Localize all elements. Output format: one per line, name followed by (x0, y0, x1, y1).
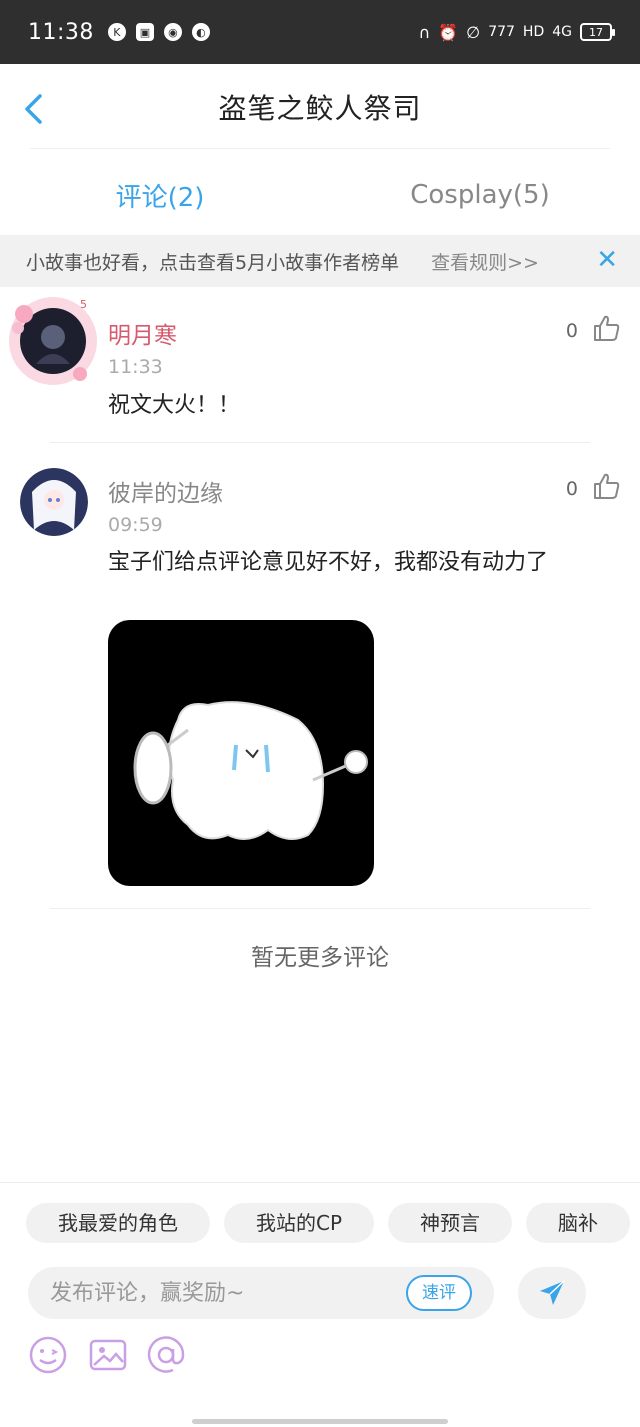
headphones-icon: ∩ (418, 22, 431, 42)
comment-input[interactable] (50, 1280, 380, 1306)
comment-username[interactable]: 彼岸的边缘 (108, 474, 223, 508)
comment-divider (50, 908, 590, 909)
system-icons: ∩ ⏰ ∅ 777 HD 4G 17 (418, 22, 615, 42)
home-indicator[interactable] (192, 1419, 448, 1424)
thumbs-up-icon[interactable] (592, 472, 620, 500)
tag-chip[interactable]: 我最爱的角色 (26, 1203, 210, 1243)
notice-text[interactable]: 小故事也好看，点击查看5月小故事作者榜单 (26, 248, 399, 275)
send-button[interactable] (518, 1267, 586, 1319)
svg-text:5: 5 (80, 298, 87, 311)
tag-chip[interactable]: 我站的CP (224, 1203, 375, 1243)
like-count: 0 (565, 478, 578, 500)
comment-composer: 我最爱的角色我站的CP 神预言脑补 速评 (0, 1182, 640, 1427)
tag-chip[interactable]: 神预言 (388, 1203, 513, 1243)
close-icon[interactable]: ✕ (596, 245, 618, 275)
tag-chip[interactable]: 脑补 (526, 1203, 631, 1243)
comment-divider (50, 442, 590, 443)
battery-level: 17 (589, 25, 603, 39)
alarm-icon: ⏰ (438, 22, 459, 42)
quick-tag-bar: 我最爱的角色 我站的CP 神预言 脑补 (26, 1203, 640, 1245)
comment-text: 祝文大火！！ (108, 393, 241, 418)
status-time: 11:38 (28, 19, 94, 45)
user-avatar-framed[interactable]: 5 (6, 294, 100, 388)
mention-at-icon[interactable] (146, 1335, 186, 1375)
image-icon[interactable] (88, 1335, 128, 1375)
hd-icon: HD (522, 24, 545, 40)
comment-time: 09:59 (108, 514, 163, 536)
view-rules-link[interactable]: 查看规则>> (431, 248, 539, 275)
notice-banner[interactable]: 小故事也好看，点击查看5月小故事作者榜单 查看规则>> ✕ (0, 235, 640, 287)
signal-label: 4G (552, 24, 572, 40)
send-icon (540, 1280, 565, 1305)
notification-icons: K ▣ ◉ ◐ (107, 23, 210, 41)
speed-icon: 777 (488, 24, 515, 40)
comment-text: 宝子们给点评论意见好不好，我都没有动力了 (108, 550, 549, 575)
comment-username[interactable]: 明月寒 (108, 316, 177, 350)
title-divider (30, 148, 610, 149)
user-avatar[interactable] (20, 468, 88, 536)
like-count: 0 (565, 320, 578, 342)
battery-icon: 17 (580, 23, 615, 41)
comment-time: 11:33 (108, 356, 163, 378)
mute-icon: ∅ (466, 22, 481, 42)
page-title: 盗笔之鲛人祭司 (218, 92, 422, 125)
quick-comment-button[interactable]: 速评 (406, 1275, 472, 1311)
comment-item: 彼岸的边缘 09:59 宝子们给点评论意见好不好，我都没有动力了 0 (0, 460, 640, 900)
status-bar: 11:38 K ▣ ◉ ◐ ∩ ⏰ ∅ 777 HD 4G 17 (0, 0, 640, 64)
no-more-comments-label: 暂无更多评论 (251, 945, 389, 971)
tab-comments[interactable]: 评论(2) (0, 160, 320, 230)
emoji-icon[interactable] (28, 1335, 68, 1375)
tab-cosplay[interactable]: Cosplay(5) (320, 160, 640, 230)
comment-sticker-image[interactable] (108, 620, 374, 886)
back-arrow-icon[interactable] (22, 94, 48, 124)
k-app-icon: K (107, 23, 126, 41)
thumbs-up-icon[interactable] (592, 314, 620, 342)
app-notification-icon: ▣ (135, 23, 154, 41)
comment-item: 5 明月寒 11:33 祝文大火！！ 0 (0, 290, 640, 440)
title-bar: 盗笔之鲛人祭司 (0, 64, 640, 150)
wechat-icon: ◉ (163, 23, 182, 41)
compass-icon: ◐ (191, 23, 210, 41)
tab-bar: 评论(2) Cosplay(5) (0, 160, 640, 230)
comment-input-wrap: 速评 (28, 1267, 494, 1319)
